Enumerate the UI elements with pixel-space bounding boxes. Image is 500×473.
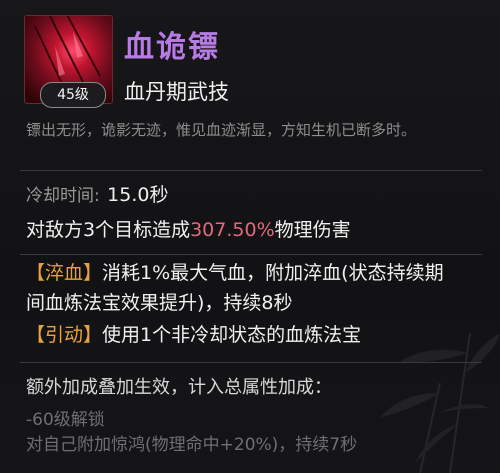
level-badge: 45级 — [40, 82, 106, 108]
skill-tooltip: 45级 血诡镖 血丹期武技 镖出无形，诡影无迹，惟见血迹渐显，方知生机已断多时。… — [0, 0, 500, 473]
damage-description: 对敌方3个目标造成307.50%物理伤害 — [26, 215, 351, 242]
effect-tag: 【引动】 — [26, 324, 103, 346]
effect-cuixue: 【淬血】消耗1%最大气血，附加淬血(状态持续期 间血炼法宝效果提升)，持续8秒 — [26, 258, 482, 318]
cooldown-row: 冷却时间: 15.0秒 — [26, 180, 168, 207]
damage-prefix: 对敌方3个目标造成 — [26, 219, 191, 241]
damage-percent: 307.50% — [190, 219, 275, 241]
effect-text: 使用1个非冷却状态的血炼法宝 — [102, 324, 362, 346]
divider — [20, 170, 482, 171]
unlock-requirement: -60级解锁 — [26, 410, 105, 430]
divider — [20, 362, 482, 363]
skill-type: 血丹期武技 — [124, 80, 229, 104]
damage-suffix: 物理伤害 — [274, 219, 351, 241]
effect-yindong: 【引动】使用1个非冷却状态的血炼法宝 — [26, 320, 482, 350]
divider — [20, 254, 482, 255]
cooldown-value: 15.0秒 — [107, 184, 169, 206]
unlock-effect: 对自己附加惊鸿(物理命中+20%)，持续7秒 — [26, 435, 358, 455]
skill-name: 血诡镖 — [124, 30, 220, 65]
effect-text: 消耗1%最大气血，附加淬血(状态持续期 — [102, 262, 444, 284]
effect-line: 间血炼法宝效果提升)，持续8秒 — [26, 292, 293, 314]
effect-line: 【淬血】消耗1%最大气血，附加淬血(状态持续期 — [26, 258, 482, 288]
cooldown-label: 冷却时间: — [26, 186, 100, 206]
bonus-header: 额外加成叠加生效，计入总属性加成： — [26, 377, 332, 398]
flavor-text: 镖出无形，诡影无迹，惟见血迹渐显，方知生机已断多时。 — [26, 121, 417, 139]
effect-tag: 【淬血】 — [26, 262, 103, 284]
